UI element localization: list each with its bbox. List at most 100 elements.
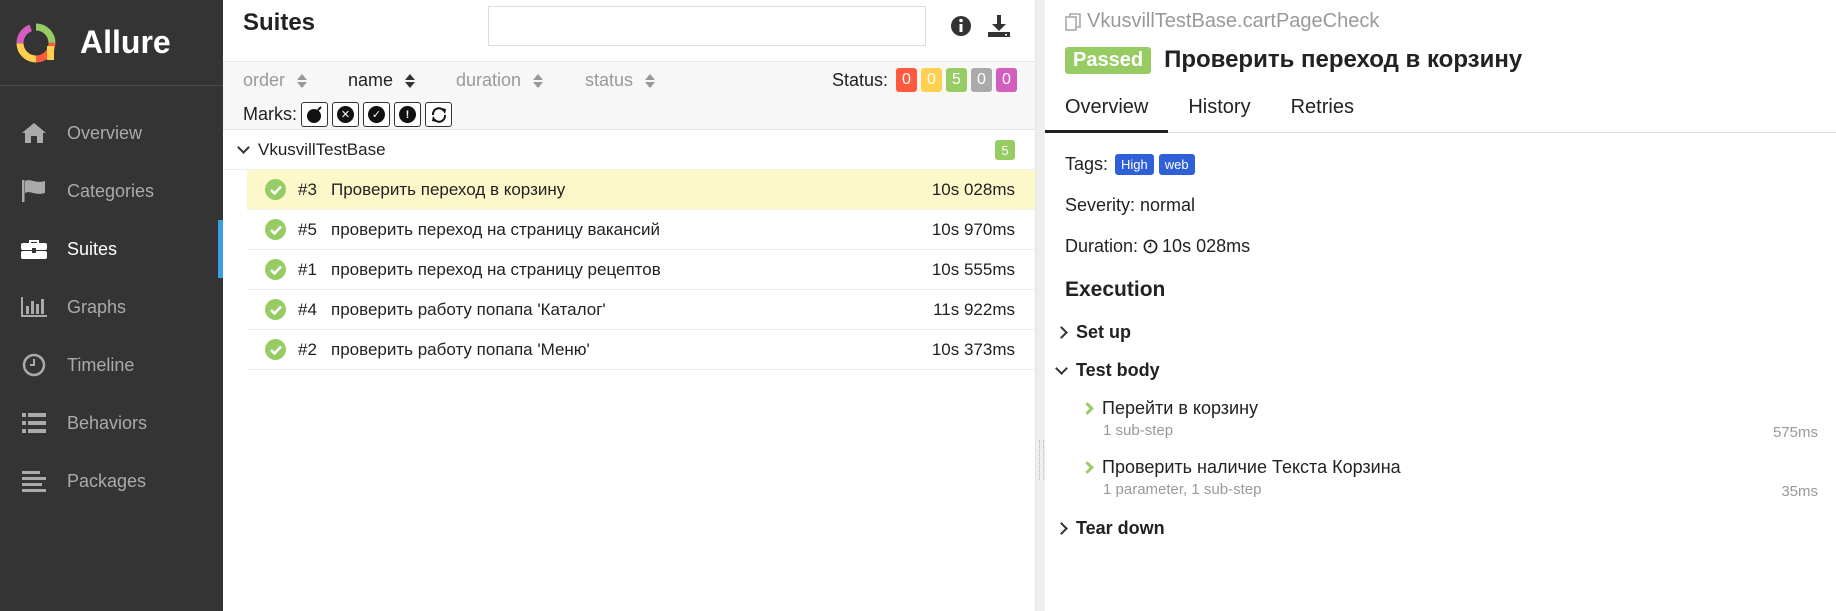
status-broken-toggle[interactable]: 0 <box>921 68 942 92</box>
sort-toolbar: order name duration status Status: 0 0 5… <box>223 62 1035 130</box>
suite-group-name: VkusvillTestBase <box>258 139 386 159</box>
new-failed-mark-button[interactable]: ✕ <box>332 102 359 127</box>
new-broken-mark-button[interactable]: ! <box>394 102 421 127</box>
sort-arrows-icon <box>405 73 416 88</box>
step-duration: 35ms <box>1781 483 1818 500</box>
step-substeps: 1 sub-step <box>1103 422 1174 439</box>
sidebar-item-label: Overview <box>67 122 143 143</box>
tab-overview[interactable]: Overview <box>1045 86 1169 133</box>
test-row[interactable]: #3 Проверить переход в корзину 10s 028ms <box>247 170 1035 210</box>
check-circle-icon: ✓ <box>368 106 385 123</box>
test-name: проверить переход на страницу вакансий <box>331 219 661 239</box>
passed-status-icon <box>265 259 286 280</box>
test-row[interactable]: #4 проверить работу попапа 'Каталог' 11s… <box>247 290 1035 330</box>
allure-report-app: Allure Overview Categories Suites Graphs… <box>0 0 1836 611</box>
sidebar-nav: Overview Categories Suites Graphs Timeli… <box>0 104 223 510</box>
stage-label: Tear down <box>1076 518 1165 538</box>
download-icon[interactable] <box>986 14 1012 40</box>
test-row[interactable]: #1 проверить переход на страницу рецепто… <box>247 250 1035 290</box>
chevron-right-icon <box>1055 326 1068 339</box>
test-duration: 10s 028ms <box>931 179 1015 199</box>
brand[interactable]: Allure <box>0 0 223 86</box>
sidebar-item-packages[interactable]: Packages <box>0 452 223 510</box>
copy-icon[interactable] <box>1065 12 1081 31</box>
test-row[interactable]: #2 проверить работу попапа 'Меню' 10s 37… <box>247 330 1035 370</box>
sort-arrows-icon <box>645 73 656 88</box>
suite-group-count-badge: 5 <box>995 140 1015 160</box>
status-unknown-toggle[interactable]: 0 <box>996 68 1017 92</box>
chevron-right-icon <box>1055 522 1068 535</box>
sort-arrows-icon <box>297 73 308 88</box>
sidebar-item-behaviors[interactable]: Behaviors <box>0 394 223 452</box>
teardown-stage[interactable]: Tear down <box>1055 518 1165 539</box>
info-icon[interactable] <box>949 14 975 40</box>
sidebar-item-suites[interactable]: Suites <box>0 220 223 278</box>
sort-label: name <box>348 70 394 90</box>
test-number: #2 <box>298 339 317 359</box>
retries-mark-button[interactable] <box>425 102 452 127</box>
pane-resize-handle[interactable] <box>1036 0 1045 611</box>
passed-status-icon <box>265 179 286 200</box>
search-input[interactable] <box>488 6 926 46</box>
tab-history[interactable]: History <box>1168 86 1270 132</box>
clock-icon <box>1143 239 1158 254</box>
brand-name: Allure <box>80 24 171 60</box>
times-circle-icon: ✕ <box>337 106 354 123</box>
suites-pane: Suites order name duration status Status… <box>223 0 1036 611</box>
align-left-icon <box>20 467 48 495</box>
step-item[interactable]: Проверить наличие Текста Корзина 1 param… <box>1081 457 1818 500</box>
breadcrumb-text: VkusvillTestBase.cartPageCheck <box>1087 10 1380 32</box>
exclamation-circle-icon: ! <box>399 106 416 123</box>
test-title: Проверить переход в корзину <box>1164 46 1523 73</box>
chevron-right-icon <box>1081 461 1094 474</box>
suites-header: Suites <box>223 0 1035 62</box>
stage-label: Set up <box>1076 322 1132 342</box>
sort-arrows-icon <box>533 73 544 88</box>
new-passed-mark-button[interactable]: ✓ <box>363 102 390 127</box>
sort-by-order[interactable]: order <box>243 70 308 91</box>
refresh-icon <box>431 106 446 123</box>
sort-by-name[interactable]: name <box>348 70 416 91</box>
sidebar-item-label: Timeline <box>67 354 135 375</box>
test-name: проверить переход на страницу рецептов <box>331 259 661 279</box>
sort-label: status <box>585 70 634 90</box>
step-item[interactable]: Перейти в корзину 1 sub-step 575ms <box>1081 398 1818 441</box>
home-icon <box>20 119 48 147</box>
sidebar-item-overview[interactable]: Overview <box>0 104 223 162</box>
sort-by-duration[interactable]: duration <box>456 70 544 91</box>
test-duration: 11s 922ms <box>933 299 1015 319</box>
status-passed-toggle[interactable]: 5 <box>946 68 967 92</box>
chevron-down-icon <box>237 141 250 154</box>
sidebar-item-label: Packages <box>67 470 147 491</box>
test-body-stage[interactable]: Test body <box>1055 360 1160 381</box>
step-title: Проверить наличие Текста Корзина <box>1102 457 1401 477</box>
status-filter: Status: 0 0 5 0 0 <box>832 68 1017 92</box>
status-skipped-toggle[interactable]: 0 <box>971 68 992 92</box>
duration-label: Duration: <box>1065 236 1139 256</box>
suite-group-header[interactable]: VkusvillTestBase 5 <box>223 130 1035 170</box>
test-number: #5 <box>298 219 317 239</box>
sidebar-item-categories[interactable]: Categories <box>0 162 223 220</box>
sort-label: order <box>243 70 286 90</box>
setup-stage[interactable]: Set up <box>1055 322 1132 343</box>
flaky-mark-button[interactable] <box>301 102 328 127</box>
test-duration: 10s 373ms <box>931 339 1015 359</box>
status-badge: Passed <box>1065 46 1152 74</box>
test-name: проверить работу попапа 'Меню' <box>331 339 590 359</box>
marks-filter: Marks: ✕ ✓ ! <box>243 102 452 127</box>
test-row[interactable]: #5 проверить переход на страницу ваканси… <box>247 210 1035 250</box>
status-filter-label: Status: <box>831 69 888 90</box>
tab-retries[interactable]: Retries <box>1271 86 1374 132</box>
test-number: #3 <box>298 179 317 199</box>
sort-by-status[interactable]: status <box>585 70 656 91</box>
step-title: Перейти в корзину <box>1102 398 1259 418</box>
bar-chart-icon <box>20 293 48 321</box>
step-duration: 575ms <box>1772 424 1818 441</box>
status-failed-toggle[interactable]: 0 <box>896 68 917 92</box>
sidebar-item-timeline[interactable]: Timeline <box>0 336 223 394</box>
tag-badge: web <box>1158 154 1195 175</box>
sidebar-item-graphs[interactable]: Graphs <box>0 278 223 336</box>
list-icon <box>20 409 48 437</box>
bomb-icon <box>306 105 322 123</box>
stage-label: Test body <box>1076 360 1160 380</box>
